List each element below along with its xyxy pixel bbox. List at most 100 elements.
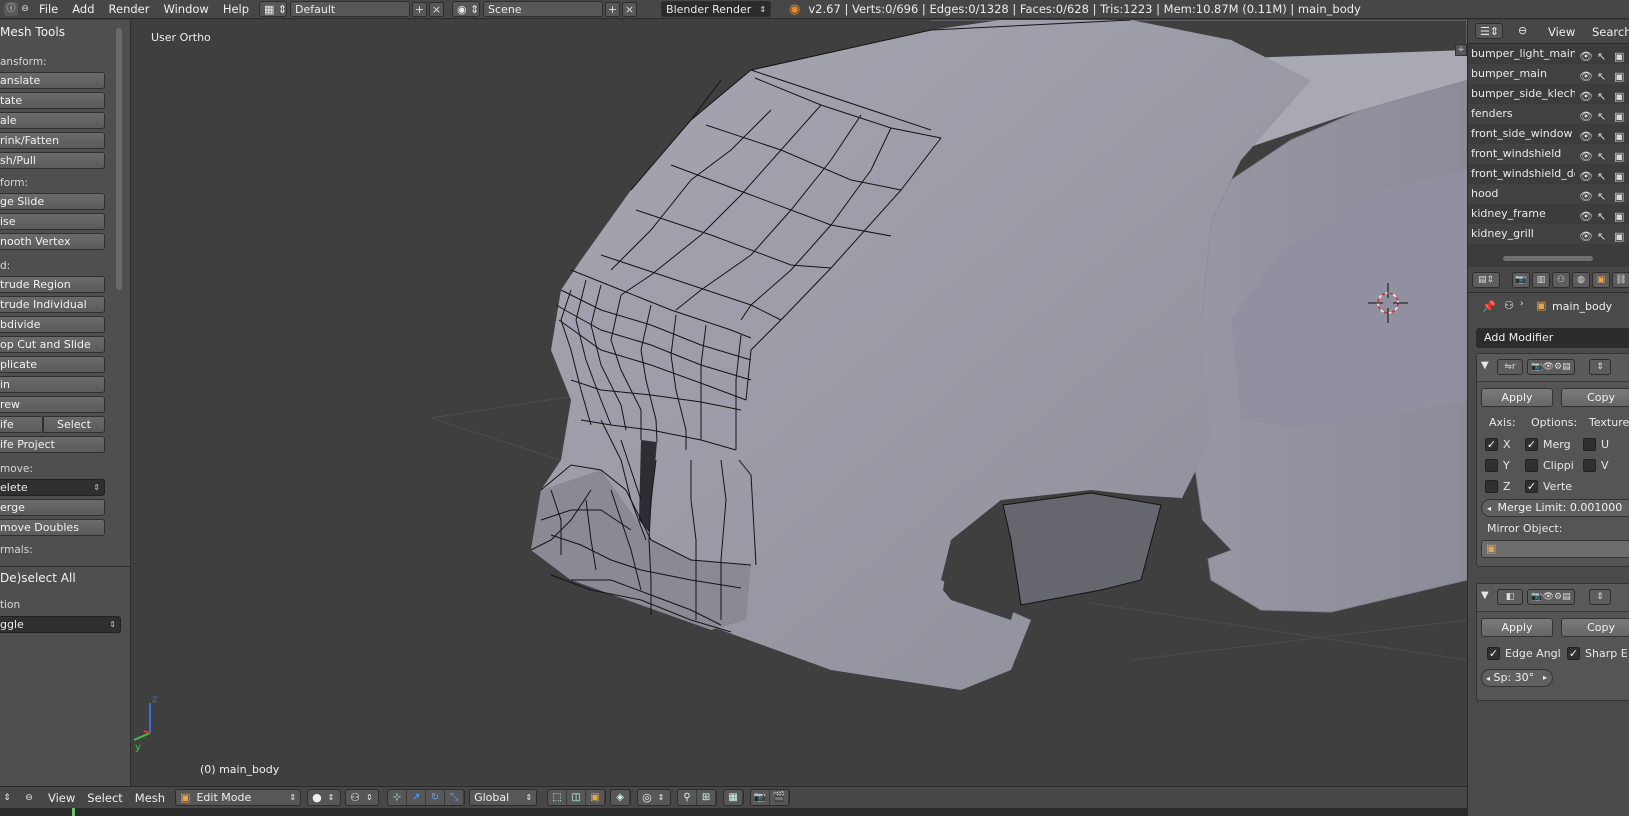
add-modifier-dropdown[interactable]: Add Modifier [1476,328,1629,348]
delete-dropdown[interactable]: elete ⇕ [0,479,105,496]
action-dropdown[interactable]: ggle ⇕ [0,616,121,633]
face-select-icon[interactable]: ▣ [586,790,606,805]
edgesplit-copy-button[interactable]: Copy [1561,618,1629,637]
edge-select-icon[interactable]: ◫ [567,790,587,805]
layout-selector-icon[interactable]: ▦ ⇕ [259,1,287,17]
render-icon[interactable]: ▣ [1614,167,1624,184]
viewport-corner-widget-icon[interactable]: + [1455,44,1467,56]
noise-button[interactable]: ise [0,213,105,230]
menu-window[interactable]: Window [156,2,215,16]
duplicate-button[interactable]: plicate [0,356,105,373]
outliner-row[interactable]: fenders 👁 ↖ ▣ [1468,104,1629,124]
merge-limit-field[interactable]: ◂ Merge Limit: 0.001000 [1481,499,1629,517]
render-icon[interactable]: ▣ [1614,207,1624,224]
outliner-row[interactable]: kidney_grill 👁 ↖ ▣ [1468,224,1629,244]
eye-icon[interactable]: 👁 [1579,127,1593,144]
cursor-select-icon[interactable]: ↖ [1597,87,1606,104]
mirror-apply-button[interactable]: Apply [1481,388,1553,407]
decrement-arrow-icon[interactable]: ◂ [1487,504,1491,513]
collapse-triangle-icon[interactable]: ▼ [1481,590,1489,601]
mirror-axis-checkbox[interactable]: ✓ [1485,438,1498,451]
snap-element-icon[interactable]: ⊞ [697,790,717,805]
render-icon[interactable]: ▣ [1614,47,1624,64]
increment-arrow-icon[interactable]: ▸ [1543,670,1547,686]
modifier-move-icon[interactable]: ⇕ [1589,589,1611,605]
extrude-individual-button[interactable]: trude Individual [0,296,105,313]
add-layout-icon[interactable]: + [412,1,428,17]
extrude-region-button[interactable]: trude Region [0,276,105,293]
modifier-move-icon[interactable]: ⇕ [1589,359,1611,375]
outliner-row[interactable]: kidney_frame 👁 ↖ ▣ [1468,204,1629,224]
scene-name-field[interactable]: Scene [483,1,604,17]
outliner-row[interactable]: bumper_side_klechki 👁 ↖ ▣ [1468,84,1629,104]
decrement-arrow-icon[interactable]: ◂ [1486,674,1490,683]
outliner-row[interactable]: front_windshield_dow 👁↖ ▣ [1468,164,1629,184]
add-scene-icon[interactable]: + [605,1,621,17]
outliner-search-menu[interactable]: Search [1592,25,1629,39]
render-icon[interactable]: ▣ [1614,107,1624,124]
render-icon[interactable]: ▣ [1614,187,1624,204]
cursor-select-icon[interactable]: ↖ [1597,227,1606,244]
mirror-option-checkbox[interactable]: ✓ [1525,438,1538,451]
collapse-menu-icon[interactable]: ⊖ [22,791,36,805]
cursor-select-icon[interactable]: ↖ [1597,107,1606,124]
mirror-copy-button[interactable]: Copy [1561,388,1629,407]
mirror-option-checkbox[interactable] [1525,459,1538,472]
scene-selector-icon[interactable]: ◉ ⇕ [452,1,481,17]
rotate-manipulator-icon[interactable]: ↻ [426,790,446,805]
eye-icon[interactable]: 👁 [1579,227,1593,244]
edge-slide-button[interactable]: ge Slide [0,193,105,210]
modifier-visibility-icons[interactable]: 📷👁⚙▤ [1527,589,1575,605]
collapse-triangle-icon[interactable]: ▼ [1481,360,1489,371]
cursor-select-icon[interactable]: ↖ [1597,167,1606,184]
shrink-fatten-button[interactable]: rink/Fatten [0,132,105,149]
remove-scene-icon[interactable]: × [622,1,638,17]
pivot-dropdown[interactable]: ⚇ ⇕ [345,789,380,806]
knife-button[interactable]: ife [0,416,43,433]
menu-help[interactable]: Help [216,2,256,16]
mesh-tools-title[interactable]: Mesh Tools [0,25,65,39]
knife-project-button[interactable]: ife Project [0,436,105,453]
layout-name-field[interactable]: Default [290,1,411,17]
remove-doubles-button[interactable]: move Doubles [0,519,105,536]
3d-viewport[interactable]: z y User Ortho (0) main_body + [131,20,1467,786]
eye-icon[interactable]: 👁 [1579,107,1593,124]
menu-view[interactable]: View [48,791,75,805]
loop-cut-slide-button[interactable]: op Cut and Slide [0,336,105,353]
rotate-button[interactable]: tate [0,92,105,109]
render-icon[interactable]: ▣ [1614,147,1624,164]
render-icon[interactable]: ▣ [1614,127,1624,144]
menu-render[interactable]: Render [102,2,157,16]
edgesplit-apply-button[interactable]: Apply [1481,618,1553,637]
spin-button[interactable]: in [0,376,105,393]
cursor-select-icon[interactable]: ↖ [1597,147,1606,164]
outliner-editor-icon[interactable]: ☰⇕ [1475,23,1503,39]
translate-manipulator-icon[interactable]: ↗ [407,790,427,805]
cursor-select-icon[interactable]: ↖ [1597,187,1606,204]
snap-toggle-icon[interactable]: ⚲ [678,790,698,805]
mirror-axis-checkbox[interactable] [1485,480,1498,493]
outliner-row[interactable]: front_side_window 👁 ↖ ▣ [1468,124,1629,144]
mirror-texture-checkbox[interactable] [1583,438,1596,451]
menu-select[interactable]: Select [87,791,122,805]
modifier-visibility-icons[interactable]: 📷👁⚙▤ [1527,359,1575,375]
toolshelf-scrollbar[interactable] [116,28,122,290]
occlude-geometry-icon[interactable]: ◈ [611,790,631,805]
mirror-texture-checkbox[interactable] [1583,459,1596,472]
vertex-select-icon[interactable]: ⬚ [548,790,568,805]
split-angle-field[interactable]: ◂ Sp: 30° ▸ [1481,669,1553,687]
eye-icon[interactable]: 👁 [1579,167,1593,184]
merge-button[interactable]: erge [0,499,105,516]
collapse-menu-icon[interactable]: ⊖ [18,2,32,16]
world-tab-icon[interactable]: ◍ [1572,272,1590,288]
mirror-axis-checkbox[interactable] [1485,459,1498,472]
pin-icon[interactable]: 📌 [1482,300,1496,313]
screw-button[interactable]: rew [0,396,105,413]
outliner-row[interactable]: bumper_main 👁 ↖ ▣ [1468,64,1629,84]
smooth-vertex-button[interactable]: nooth Vertex [0,233,105,250]
render-tab-icon[interactable]: 📷 [1512,272,1530,288]
render-engine-dropdown[interactable]: Blender Render ⇕ [661,1,772,17]
info-editor-icon[interactable]: ⓘ [4,2,18,16]
cursor-select-icon[interactable]: ↖ [1597,47,1606,64]
object-tab-icon[interactable]: ▣ [1592,272,1610,288]
